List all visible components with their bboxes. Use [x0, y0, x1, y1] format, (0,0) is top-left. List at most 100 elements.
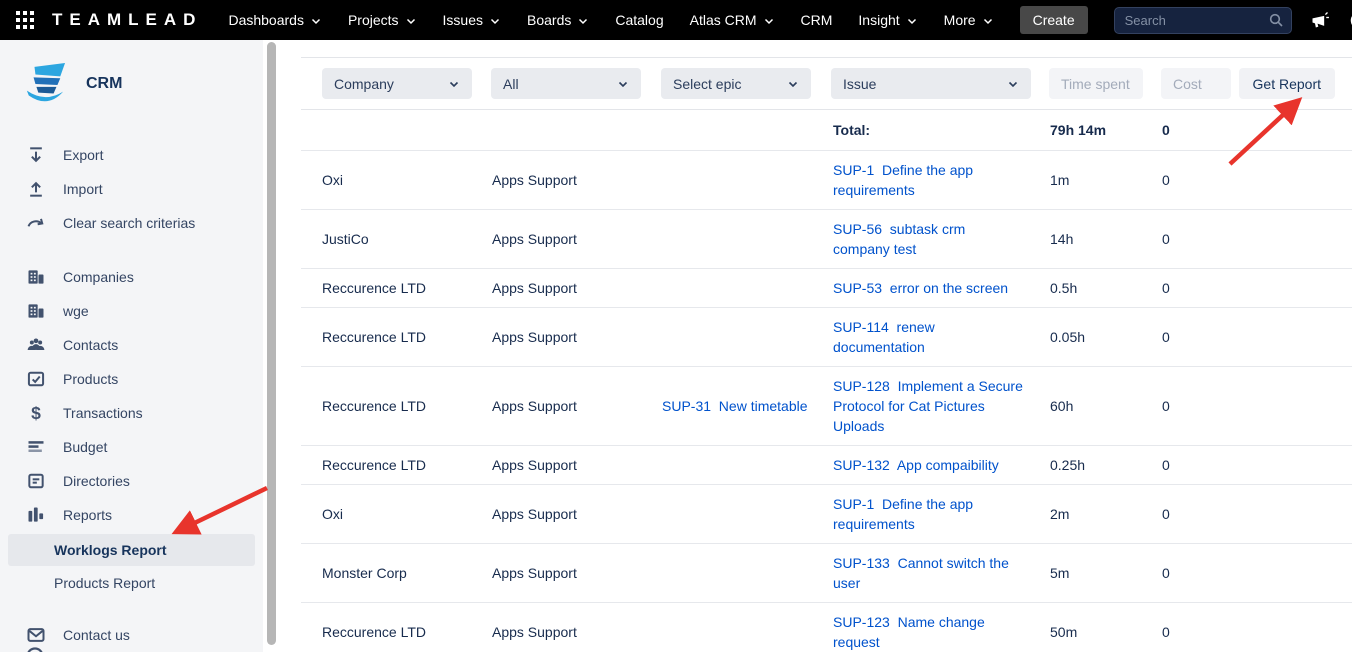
- sidebar-item-products[interactable]: Products: [0, 362, 263, 396]
- sidebar-subitem-worklogs-report[interactable]: Worklogs Report: [8, 534, 255, 566]
- epic-filter-dropdown[interactable]: Select epic: [661, 68, 811, 99]
- epic-link: [662, 623, 833, 641]
- total-label: Total:: [833, 110, 1050, 150]
- sidebar-item-directories[interactable]: Directories: [0, 464, 263, 498]
- issue-link[interactable]: SUP-53 error on the screen: [833, 269, 1050, 307]
- epic-link: [662, 505, 833, 523]
- app-switcher-icon[interactable]: [16, 9, 34, 31]
- help-icon[interactable]: ?: [1349, 10, 1352, 31]
- project-filter-label: All: [503, 76, 519, 92]
- topnav-item-dashboards[interactable]: Dashboards: [228, 12, 322, 28]
- epic-link: [662, 171, 833, 189]
- sidebar-item-clear-search-criterias[interactable]: Clear search criterias: [0, 206, 263, 240]
- issue-link[interactable]: SUP-123 Name change request: [833, 603, 1050, 652]
- spacer-cell: [1252, 505, 1352, 523]
- time-spent-cell: 0.25h: [1050, 446, 1162, 484]
- chevron-down-icon: [982, 15, 994, 27]
- spacer-cell: [1252, 564, 1352, 582]
- sidebar-subitem-products-report[interactable]: Products Report: [8, 567, 255, 599]
- company-cell: Reccurence LTD: [322, 613, 492, 651]
- topnav-item-catalog[interactable]: Catalog: [615, 12, 663, 28]
- table-row: Reccurence LTDApps SupportSUP-31 New tim…: [301, 367, 1352, 446]
- search-box: [1114, 7, 1292, 34]
- time-spent-cell: 0.05h: [1050, 318, 1162, 356]
- table-row: Reccurence LTDApps SupportSUP-114 renew …: [301, 308, 1352, 367]
- sidebar-item-label: Directories: [63, 473, 130, 489]
- table-row: JustiCoApps SupportSUP-56 subtask crm co…: [301, 210, 1352, 269]
- epic-link: [662, 456, 833, 474]
- spacer-cell: [1252, 230, 1352, 248]
- topnav-item-label: Dashboards: [228, 12, 304, 28]
- issue-link[interactable]: SUP-1 Define the app requirements: [833, 151, 1050, 209]
- chevron-down-icon: [906, 15, 918, 27]
- time-spent-cell: 60h: [1050, 387, 1162, 425]
- sidebar-item-wge[interactable]: wge: [0, 294, 263, 328]
- topnav-item-issues[interactable]: Issues: [443, 12, 501, 28]
- topnav-menu: Dashboards Projects Issues Boards Catalog Atl…: [228, 12, 993, 28]
- sidebar-item-label: Products: [63, 371, 118, 387]
- report-area: Company All Select epic Issue Get Rep: [301, 57, 1352, 652]
- export-icon: [25, 145, 46, 165]
- search-icon[interactable]: [1268, 12, 1284, 28]
- time-spent-input[interactable]: [1049, 68, 1143, 99]
- sidebar-item-label: Transactions: [63, 405, 143, 421]
- sidebar-item-budget[interactable]: Budget: [0, 430, 263, 464]
- chevron-down-icon: [1007, 78, 1019, 90]
- topnav-item-more[interactable]: More: [944, 12, 994, 28]
- budget-icon: [25, 437, 46, 457]
- sidebar-item-reports[interactable]: Reports: [0, 498, 263, 532]
- sidebar-reports-sub: Worklogs ReportProducts Report: [0, 534, 263, 599]
- sidebar-item-label: wge: [63, 303, 89, 319]
- sidebar-item-companies[interactable]: Companies: [0, 260, 263, 294]
- clear-icon: [25, 213, 46, 233]
- issue-link[interactable]: SUP-132 App compaibility: [833, 446, 1050, 484]
- topnav-item-atlas-crm[interactable]: Atlas CRM: [690, 12, 775, 28]
- company-filter-dropdown[interactable]: Company: [322, 68, 472, 99]
- time-spent-cell: 0.5h: [1050, 269, 1162, 307]
- table-total-row: Total: 79h 14m 0: [301, 110, 1352, 151]
- cost-input[interactable]: [1161, 68, 1231, 99]
- sidebar-item-contacts[interactable]: Contacts: [0, 328, 263, 362]
- sidebar-item-export[interactable]: Export: [0, 138, 263, 172]
- search-input[interactable]: [1114, 7, 1292, 34]
- chevron-down-icon: [489, 15, 501, 27]
- create-button[interactable]: Create: [1020, 6, 1088, 34]
- issue-link[interactable]: SUP-114 renew documentation: [833, 308, 1050, 366]
- sidebar-item-label: Contacts: [63, 337, 118, 353]
- project-cell: Apps Support: [492, 387, 662, 425]
- chevron-down-icon: [448, 78, 460, 90]
- cost-cell: 0: [1162, 220, 1252, 258]
- report-filter-bar: Company All Select epic Issue Get Rep: [301, 57, 1352, 110]
- cost-cell: 0: [1162, 269, 1252, 307]
- company-cell: Reccurence LTD: [322, 269, 492, 307]
- brand-logo[interactable]: TEAMLEAD: [52, 10, 202, 30]
- issue-filter-dropdown[interactable]: Issue: [831, 68, 1031, 99]
- company-cell: JustiCo: [322, 220, 492, 258]
- sidebar-item-transactions[interactable]: $Transactions: [0, 396, 263, 430]
- get-report-button[interactable]: Get Report: [1239, 68, 1335, 99]
- cost-cell: 0: [1162, 387, 1252, 425]
- sidebar-scrollbar-thumb[interactable]: [267, 42, 276, 645]
- sidebar-item-label: Clear search criterias: [63, 215, 195, 231]
- topnav-item-insight[interactable]: Insight: [858, 12, 917, 28]
- project-cell: Apps Support: [492, 161, 662, 199]
- company-cell: Reccurence LTD: [322, 318, 492, 356]
- topnav-item-label: Catalog: [615, 12, 663, 28]
- issue-link[interactable]: SUP-128 Implement a Secure Protocol for …: [833, 367, 1050, 445]
- total-time-spent: 79h 14m: [1050, 110, 1162, 150]
- project-filter-dropdown[interactable]: All: [491, 68, 641, 99]
- topnav-item-boards[interactable]: Boards: [527, 12, 589, 28]
- issue-link[interactable]: SUP-56 subtask crm company test: [833, 210, 1050, 268]
- crm-sidebar: CRM ExportImport Clear search criterias C…: [0, 40, 263, 652]
- issue-link[interactable]: SUP-1 Define the app requirements: [833, 485, 1050, 543]
- table-row: Reccurence LTDApps SupportSUP-53 error o…: [301, 269, 1352, 308]
- sidebar-app-title: CRM: [86, 75, 122, 93]
- issue-link[interactable]: SUP-133 Cannot switch the user: [833, 544, 1050, 602]
- topnav-item-projects[interactable]: Projects: [348, 12, 417, 28]
- epic-link: [662, 564, 833, 582]
- crm-logo-row: CRM: [0, 58, 263, 110]
- epic-link[interactable]: SUP-31 New timetable: [662, 387, 833, 425]
- sidebar-item-import[interactable]: Import: [0, 172, 263, 206]
- announcement-icon[interactable]: [1310, 10, 1330, 30]
- topnav-item-crm[interactable]: CRM: [801, 12, 833, 28]
